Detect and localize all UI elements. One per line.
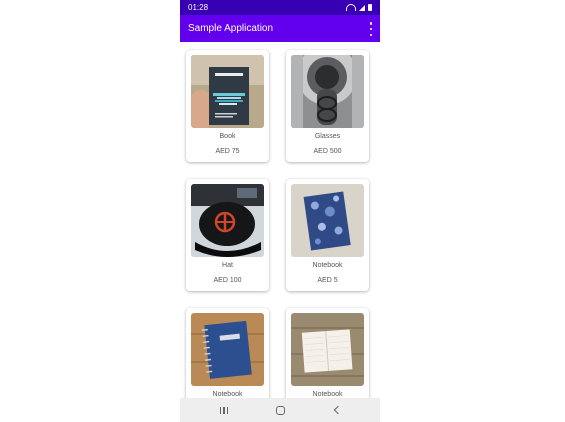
product-card[interactable]: Notebook [286,308,369,398]
overflow-menu-icon[interactable] [368,22,374,36]
wifi-icon [346,4,356,11]
status-icons [346,0,372,15]
product-card[interactable]: Glasses AED 500 [286,50,369,162]
navigation-bar [180,398,380,422]
app-title: Sample Application [188,23,274,34]
product-card[interactable]: Notebook AED 5 [286,179,369,291]
home-button[interactable] [265,398,295,422]
phone-screen: 01:28 Sample Application Book AED 75 Gla… [180,0,380,422]
product-name: Book [219,133,236,140]
book-photo [191,55,264,128]
notebook-spiral-photo [191,313,264,386]
product-name: Glasses [314,133,341,140]
product-name: Notebook [212,391,243,398]
product-grid[interactable]: Book AED 75 Glasses AED 500 Hat AED 100 … [180,42,380,398]
product-name: Hat [222,262,233,269]
recents-button[interactable] [209,398,239,422]
home-icon [275,405,285,415]
product-price: AED 500 [313,148,342,155]
app-bar: Sample Application [180,15,380,42]
product-price: AED 75 [215,148,240,155]
glasses-photo [291,55,364,128]
product-card[interactable]: Notebook [186,308,269,398]
back-icon [333,405,342,415]
recents-icon [220,406,228,414]
product-card[interactable]: Hat AED 100 [186,179,269,291]
battery-icon [368,4,372,11]
product-name: Notebook [312,391,343,398]
product-name: Notebook [312,262,343,269]
notebook-open-photo [291,313,364,386]
status-bar: 01:28 [180,0,380,15]
notebook-blue-photo [291,184,364,257]
product-card[interactable]: Book AED 75 [186,50,269,162]
product-price: AED 100 [213,277,242,284]
status-time: 01:28 [188,3,209,12]
signal-icon [359,4,365,11]
hat-photo [191,184,264,257]
back-button[interactable] [321,398,351,422]
product-price: AED 5 [317,277,338,284]
